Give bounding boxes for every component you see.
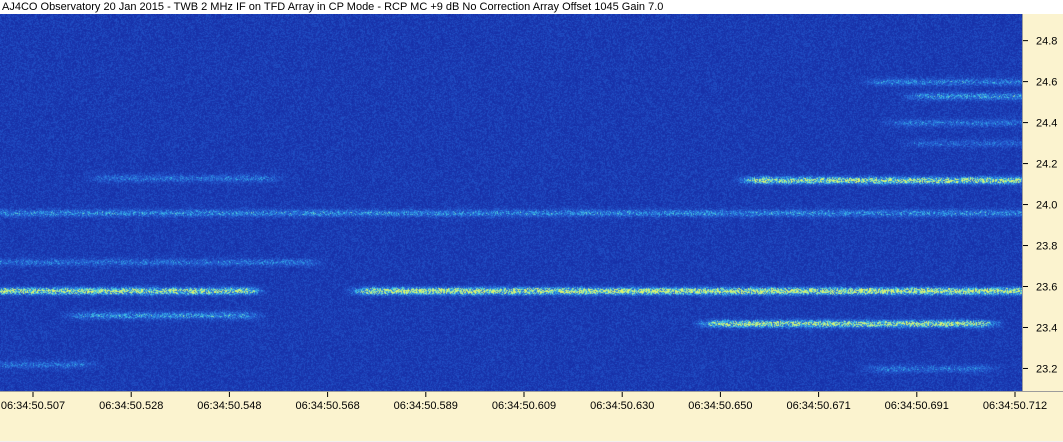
x-tick-label: 06:34:50.589 [394,400,458,412]
y-tick-label: 23.8 [1036,241,1057,253]
x-tick-label: 06:34:50.568 [295,400,359,412]
y-tick-label: 24.6 [1036,77,1057,89]
y-tick-label: 24.4 [1036,118,1057,130]
spectrogram-plot-area[interactable] [0,14,1022,391]
time-axis: 06:34:50.507 06:34:50.528 06:34:50.548 06:3… [0,391,1063,441]
x-tick-label: 06:34:50.548 [197,400,261,412]
y-tick-label: 24.2 [1036,159,1057,171]
spectrogram-image [0,14,1022,391]
x-tick-label: 06:34:50.671 [786,400,850,412]
x-tick-label: 06:34:50.507 [1,400,65,412]
x-tick-label: 06:34:50.528 [99,400,163,412]
chart-title: AJ4CO Observatory 20 Jan 2015 - TWB 2 MH… [2,1,664,13]
x-tick-label: 06:34:50.712 [983,400,1047,412]
x-tick-label: 06:34:50.691 [885,400,949,412]
y-tick-label: 23.6 [1036,282,1057,294]
x-tick-label: 06:34:50.609 [492,400,556,412]
y-tick-label: 24.0 [1036,200,1057,212]
frequency-axis-svg: 24.8 24.6 24.4 24.2 24.0 23.8 23.6 23.4 23.2 [1023,36,1057,375]
y-tick-label: 23.4 [1036,322,1057,334]
y-tick-label: 24.8 [1036,36,1057,48]
x-tick-label: 06:34:50.630 [590,400,654,412]
time-axis-svg: 06:34:50.507 06:34:50.528 06:34:50.548 06:3… [1,392,1047,412]
window-title-bar: AJ4CO Observatory 20 Jan 2015 - TWB 2 MH… [0,0,1063,15]
y-tick-label: 23.2 [1036,363,1057,375]
x-tick-label: 06:34:50.650 [688,400,752,412]
frequency-axis: 24.8 24.6 24.4 24.2 24.0 23.8 23.6 23.4 23.2 [1022,14,1063,391]
